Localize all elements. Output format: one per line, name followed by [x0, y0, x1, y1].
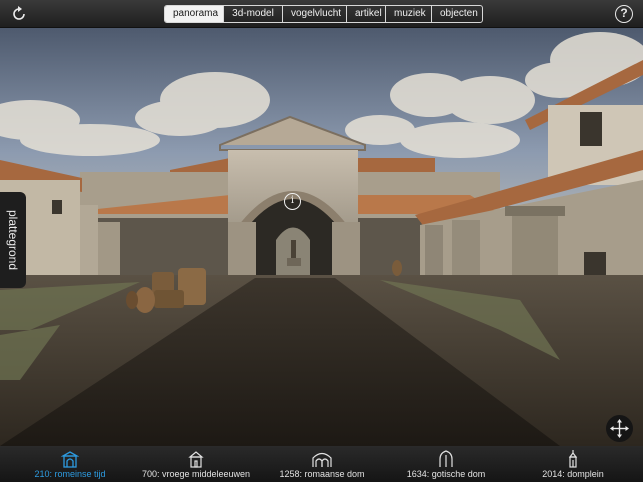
early-church-icon — [188, 451, 204, 468]
help-button[interactable]: ? — [615, 5, 633, 23]
plattegrond-label: plattegrond — [6, 209, 20, 271]
period-label: 1634: gotische dom — [406, 469, 486, 479]
move-control-button[interactable] — [606, 415, 633, 442]
roman-gate-icon — [61, 451, 79, 468]
info-hotspot-icon[interactable]: i — [284, 193, 301, 210]
refresh-button[interactable] — [9, 4, 29, 24]
view-mode-tabs: panorama 3d-model vogelvlucht artikel mu… — [164, 5, 483, 23]
tab-panorama[interactable]: panorama — [165, 6, 223, 22]
period-label: 1258: romaanse dom — [279, 469, 365, 479]
gothic-arch-icon — [439, 450, 453, 467]
panorama-view[interactable] — [0, 0, 643, 482]
tab-artikel[interactable]: artikel — [346, 6, 385, 22]
period-label: 210: romeinse tijd — [34, 469, 106, 479]
period-domplein[interactable]: 2014: domplein — [533, 446, 613, 482]
romanesque-arches-icon — [312, 452, 332, 467]
period-label: 700: vroege middeleeuwen — [141, 469, 251, 479]
roman-forum-panorama — [0, 28, 643, 446]
plattegrond-tab[interactable]: plattegrond — [0, 192, 26, 288]
period-roman[interactable]: 210: romeinse tijd — [30, 446, 110, 482]
refresh-icon — [13, 6, 25, 20]
timeline-bar: 210: romeinse tijd 700: vroege middeleeu… — [0, 446, 643, 482]
period-label: 2014: domplein — [542, 469, 604, 479]
dom-tower-icon — [568, 450, 578, 468]
tab-3d-model[interactable]: 3d-model — [223, 6, 282, 22]
period-gothic[interactable]: 1634: gotische dom — [400, 446, 492, 482]
period-romanesque[interactable]: 1258: romaanse dom — [276, 446, 368, 482]
tab-vogelvlucht[interactable]: vogelvlucht — [282, 6, 346, 22]
period-early-middle-ages[interactable]: 700: vroege middeleeuwen — [140, 446, 252, 482]
tab-muziek[interactable]: muziek — [385, 6, 431, 22]
tab-objecten[interactable]: objecten — [431, 6, 482, 22]
top-toolbar: panorama 3d-model vogelvlucht artikel mu… — [0, 0, 643, 28]
move-arrows-icon — [610, 419, 629, 438]
